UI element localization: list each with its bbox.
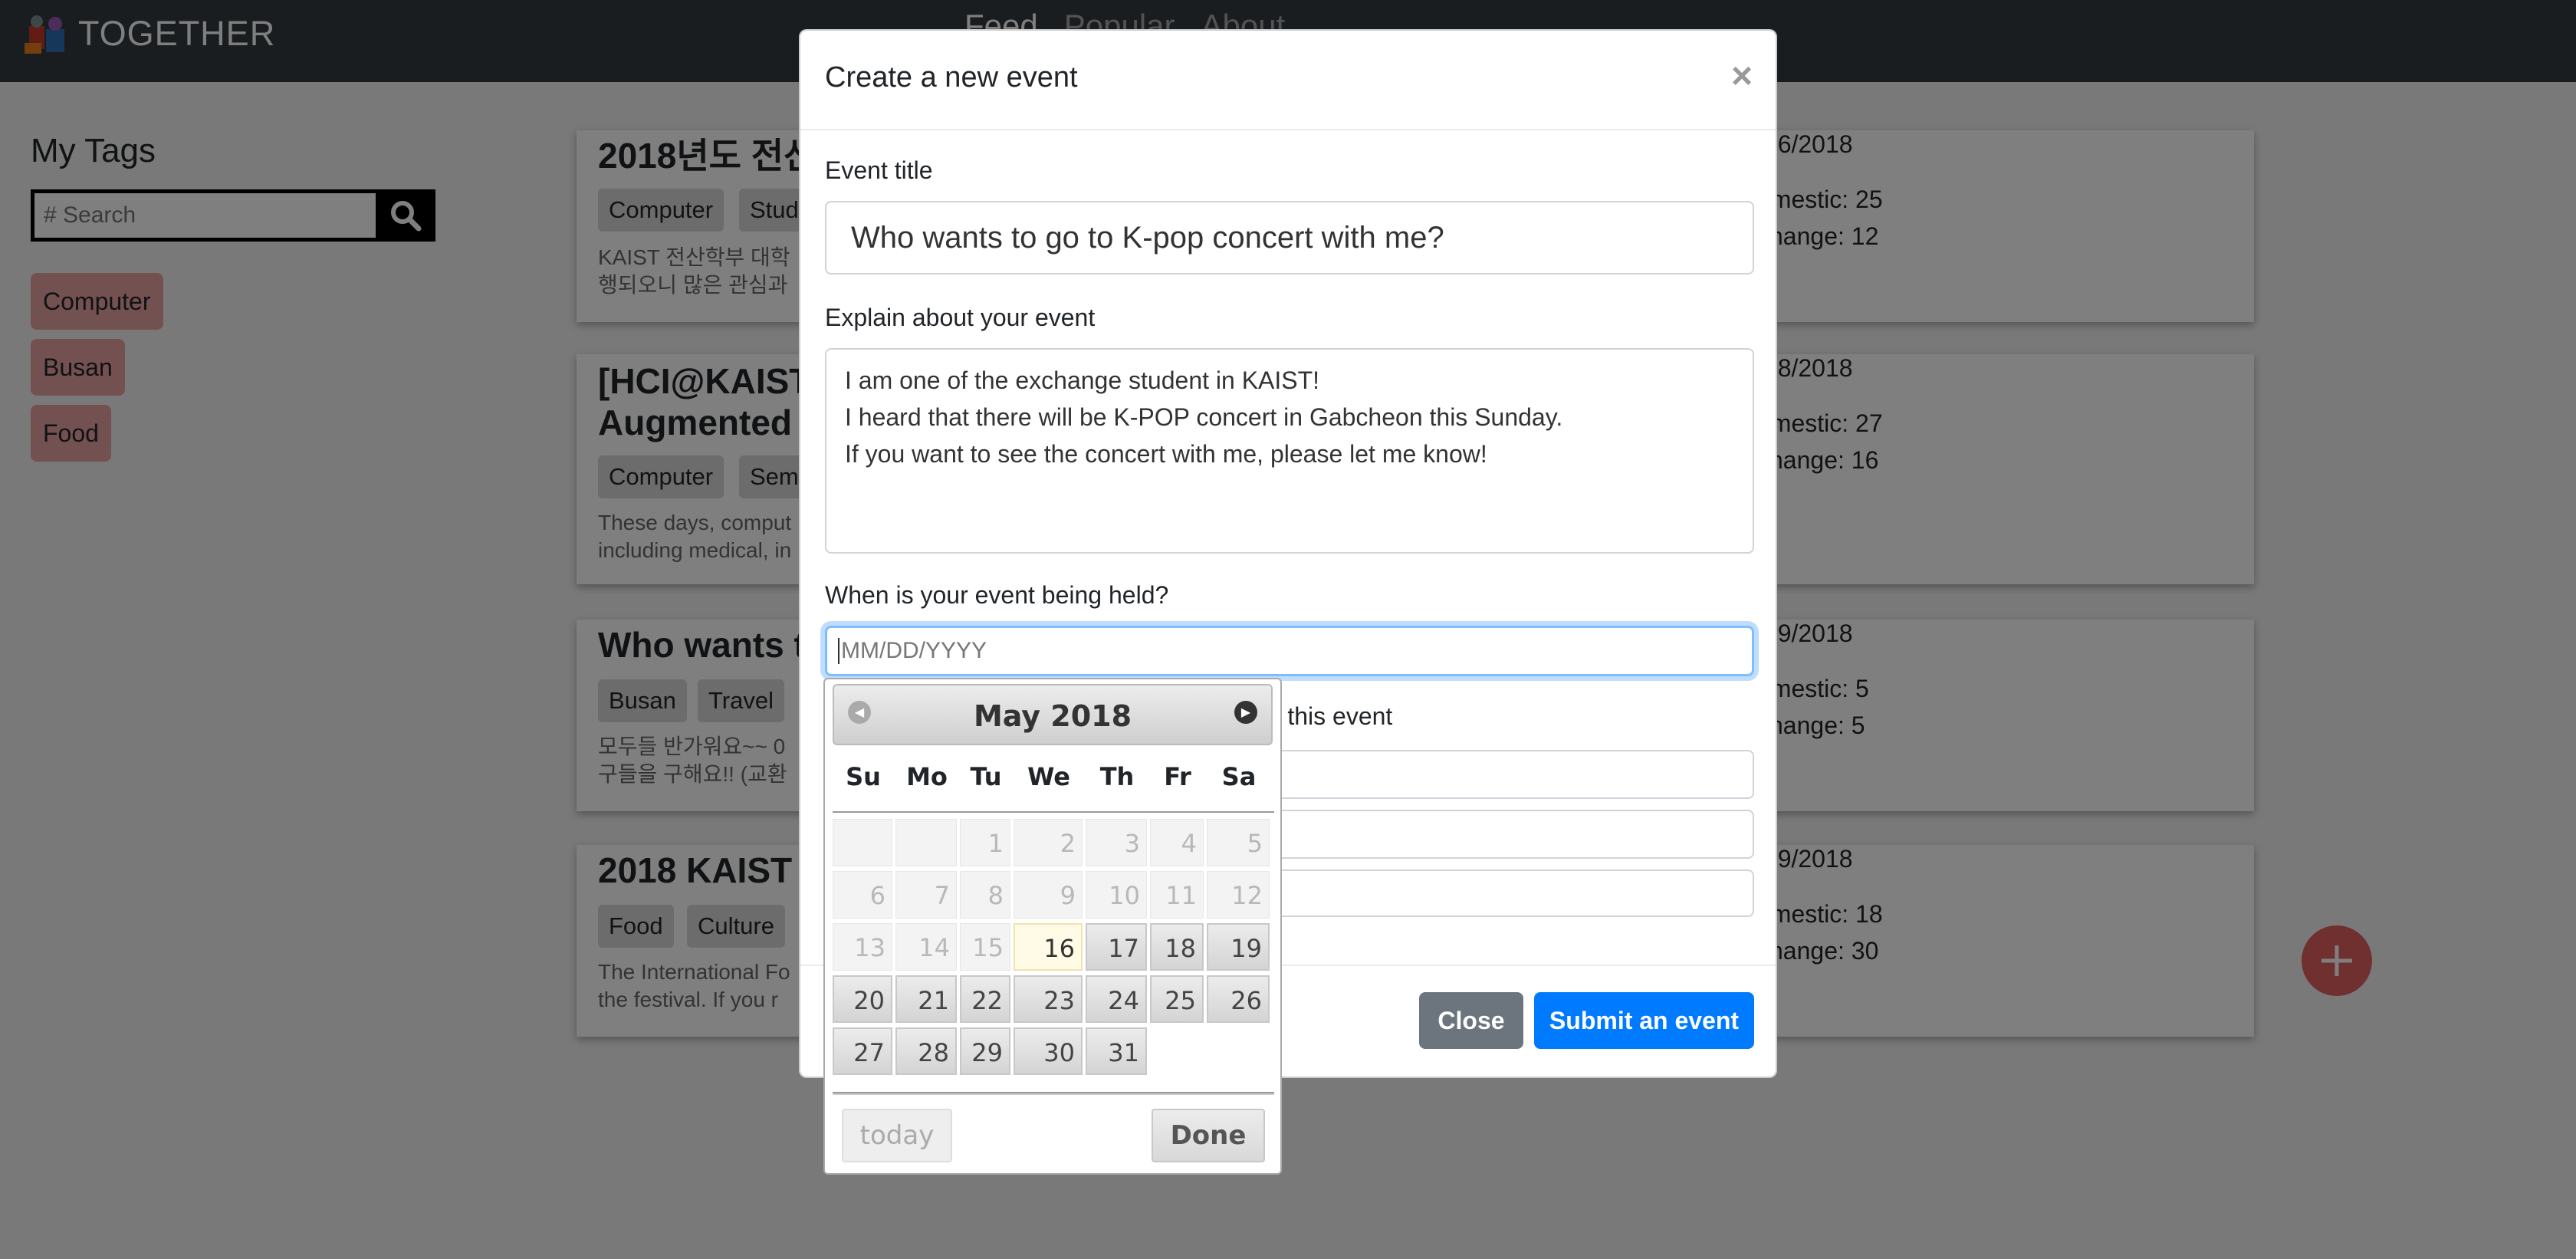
event-date-input[interactable]: MM/DD/YYYY <box>825 626 1754 676</box>
disabled-day-cell: 8 <box>960 871 1010 919</box>
day-cell[interactable]: 29 <box>960 1027 1010 1075</box>
weekday-header: Tu <box>970 762 1002 791</box>
disabled-day-cell: 7 <box>895 871 957 919</box>
weekday-header: Mo <box>906 762 948 791</box>
today-day-cell[interactable]: 16 <box>1014 923 1083 971</box>
text-cursor <box>838 638 840 664</box>
disabled-day-cell: 14 <box>895 923 957 971</box>
day-cell[interactable]: 23 <box>1014 975 1083 1023</box>
tag-input-3[interactable] <box>1245 869 1754 917</box>
datepicker-header: ◀ May 2018 ▶ <box>833 684 1273 745</box>
disabled-day-cell: 3 <box>1086 819 1147 866</box>
weekday-header: Fr <box>1164 762 1191 791</box>
datepicker-month-year: May 2018 <box>973 699 1132 733</box>
empty-day-cell <box>1207 1027 1270 1075</box>
close-icon[interactable]: × <box>1731 58 1753 95</box>
weekday-divider <box>833 811 1274 813</box>
disabled-day-cell: 9 <box>1014 871 1083 919</box>
disabled-day-cell: 5 <box>1207 819 1270 866</box>
close-button[interactable]: Close <box>1419 992 1523 1049</box>
disabled-day-cell: 10 <box>1086 871 1147 919</box>
event-description-label: Explain about your event <box>825 304 1096 331</box>
description-line: I am one of the exchange student in KAIS… <box>845 367 1320 394</box>
modal-header: Create a new event × <box>800 31 1776 130</box>
day-cell[interactable]: 17 <box>1086 923 1147 971</box>
day-cell[interactable]: 22 <box>960 975 1010 1023</box>
disabled-day-cell: 15 <box>960 923 1010 971</box>
disabled-day-cell: 4 <box>1150 819 1204 866</box>
day-cell[interactable]: 21 <box>895 975 957 1023</box>
day-cell[interactable]: 31 <box>1086 1027 1147 1075</box>
empty-day-cell <box>1150 1027 1204 1075</box>
description-line: I heard that there will be K-POP concert… <box>845 403 1563 431</box>
day-cell[interactable]: 20 <box>833 975 892 1023</box>
event-date-label: When is your event being held? <box>825 581 1169 609</box>
day-cell[interactable]: 25 <box>1150 975 1204 1023</box>
description-line: If you want to see the concert with me, … <box>845 440 1487 468</box>
day-cell[interactable]: 30 <box>1014 1027 1083 1075</box>
disabled-day-cell: 2 <box>1014 819 1083 866</box>
disabled-day-cell: 12 <box>1207 871 1270 919</box>
disabled-day-cell: 1 <box>960 819 1010 866</box>
submit-event-button[interactable]: Submit an event <box>1534 992 1754 1049</box>
today-button[interactable]: today <box>842 1109 952 1162</box>
empty-day-cell <box>833 819 892 866</box>
weekday-header: Su <box>846 762 881 791</box>
footer-divider <box>833 1093 1274 1095</box>
weekday-header: Sa <box>1221 762 1257 791</box>
event-title-input[interactable]: Who wants to go to K-pop concert with me… <box>825 201 1754 274</box>
event-description-textarea[interactable]: I am one of the exchange student in KAIS… <box>825 348 1754 554</box>
day-cell[interactable]: 28 <box>895 1027 957 1075</box>
disabled-day-cell: 13 <box>833 923 892 971</box>
day-cell[interactable]: 18 <box>1150 923 1204 971</box>
event-title-label: Event title <box>825 156 933 184</box>
tag-input-1[interactable] <box>1245 750 1754 799</box>
tag-input-2[interactable] <box>1245 810 1754 859</box>
next-month-icon[interactable]: ▶ <box>1234 701 1257 724</box>
done-button[interactable]: Done <box>1152 1109 1265 1162</box>
day-cell[interactable]: 27 <box>833 1027 892 1075</box>
disabled-day-cell: 11 <box>1150 871 1204 919</box>
disabled-day-cell: 6 <box>833 871 892 919</box>
day-cell[interactable]: 24 <box>1086 975 1147 1023</box>
empty-day-cell <box>895 819 957 866</box>
day-cell[interactable]: 19 <box>1207 923 1270 971</box>
weekday-header: We <box>1027 762 1070 791</box>
weekday-header: Th <box>1099 762 1135 791</box>
event-date-placeholder: MM/DD/YYYY <box>841 638 987 663</box>
modal-title: Create a new event <box>825 61 1078 94</box>
datepicker: ◀ May 2018 ▶ Su Mo Tu We Th Fr Sa 1 2 3 4 5 6 7 8 9 10 1… <box>823 678 1282 1175</box>
day-cell[interactable]: 26 <box>1207 975 1270 1023</box>
